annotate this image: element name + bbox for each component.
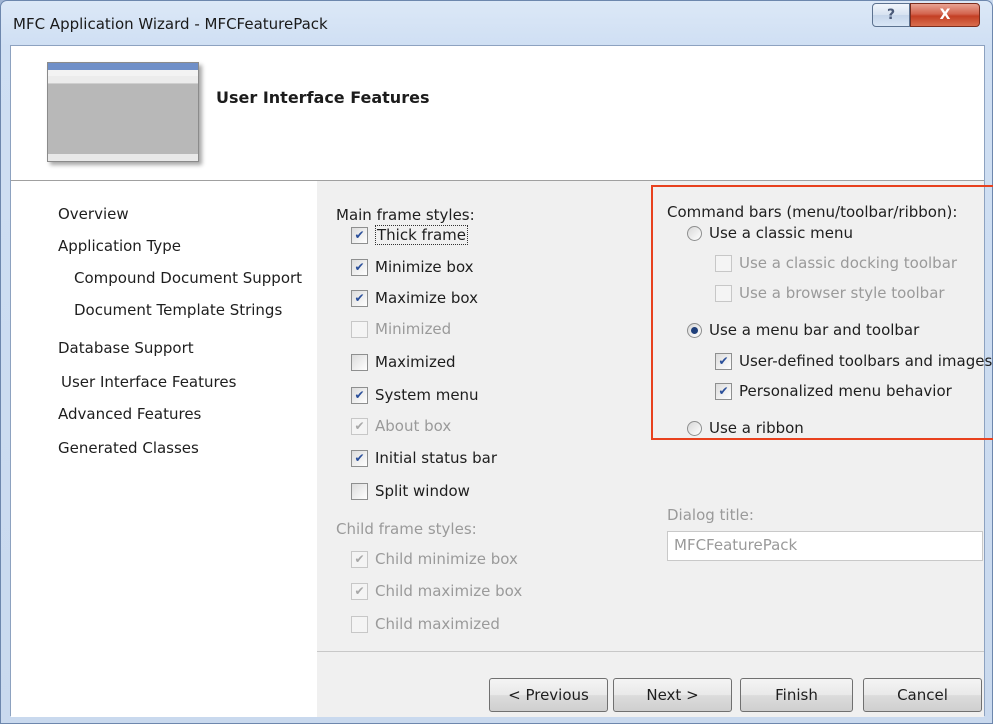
ribbon-radio[interactable]: Use a ribbon bbox=[687, 418, 804, 438]
child-maximized-checkbox[interactable]: Child maximized bbox=[351, 614, 500, 634]
title-bar[interactable]: MFC Application Wizard - MFCFeaturePack … bbox=[1, 1, 992, 45]
maximize-box-label: Maximize box bbox=[375, 289, 478, 307]
help-icon: ? bbox=[886, 7, 896, 23]
checkbox-check-icon: ✔ bbox=[351, 258, 368, 276]
minimized-checkbox[interactable]: Minimized bbox=[351, 319, 451, 339]
child-maximize-box-label: Child maximize box bbox=[375, 582, 523, 600]
previous-button[interactable]: < Previous bbox=[489, 678, 608, 712]
thick-frame-label: Thick frame bbox=[375, 225, 469, 245]
user-defined-toolbars-label: User-defined toolbars and images bbox=[739, 352, 993, 370]
checkbox-check-icon: ✔ bbox=[351, 386, 368, 404]
checkbox-empty-icon bbox=[715, 254, 732, 272]
maximized-checkbox[interactable]: Maximized bbox=[351, 352, 456, 372]
menu-bar-toolbar-radio[interactable]: Use a menu bar and toolbar bbox=[687, 320, 919, 340]
preview-toolbar bbox=[48, 76, 198, 84]
classic-docking-toolbar-label: Use a classic docking toolbar bbox=[739, 254, 958, 272]
checkbox-check-icon: ✔ bbox=[715, 382, 732, 400]
radio-dot bbox=[691, 326, 698, 334]
minimize-box-label: Minimize box bbox=[375, 258, 474, 276]
checkbox-check-icon: ✔ bbox=[715, 352, 732, 370]
close-icon: X bbox=[939, 7, 951, 23]
thick-frame-checkbox[interactable]: ✔ Thick frame bbox=[351, 225, 469, 245]
about-box-checkbox[interactable]: ✔ About box bbox=[351, 416, 451, 436]
radio-unselected-icon bbox=[687, 420, 702, 436]
next-button[interactable]: Next > bbox=[613, 678, 732, 712]
initial-status-bar-label: Initial status bar bbox=[375, 449, 498, 467]
split-window-checkbox[interactable]: Split window bbox=[351, 481, 470, 501]
initial-status-bar-checkbox[interactable]: ✔ Initial status bar bbox=[351, 448, 497, 468]
system-menu-checkbox[interactable]: ✔ System menu bbox=[351, 385, 479, 405]
minimize-box-checkbox[interactable]: ✔ Minimize box bbox=[351, 257, 474, 277]
checkbox-empty-icon bbox=[351, 482, 368, 500]
nav-item-advanced-features[interactable]: Advanced Features bbox=[58, 405, 201, 423]
radio-selected-icon bbox=[687, 322, 702, 338]
nav-item-user-interface-features[interactable]: User Interface Features bbox=[61, 373, 236, 391]
browser-style-toolbar-label: Use a browser style toolbar bbox=[739, 284, 945, 302]
checkbox-empty-icon bbox=[351, 615, 368, 633]
child-minimize-box-checkbox[interactable]: ✔ Child minimize box bbox=[351, 549, 518, 569]
system-menu-label: System menu bbox=[375, 386, 479, 404]
checkbox-check-icon: ✔ bbox=[351, 582, 368, 600]
wizard-main-panel: Main frame styles: ✔ Thick frame ✔ Minim… bbox=[317, 181, 993, 717]
minimized-label: Minimized bbox=[375, 320, 452, 338]
main-frame-styles-label: Main frame styles: bbox=[336, 206, 475, 224]
child-frame-styles-label: Child frame styles: bbox=[336, 520, 477, 538]
checkbox-check-icon: ✔ bbox=[351, 226, 368, 244]
checkbox-check-icon: ✔ bbox=[351, 449, 368, 467]
window-title: MFC Application Wizard - MFCFeaturePack bbox=[13, 15, 328, 33]
user-defined-toolbars-checkbox[interactable]: ✔ User-defined toolbars and images bbox=[715, 351, 992, 371]
about-box-label: About box bbox=[375, 417, 452, 435]
checkbox-check-icon: ✔ bbox=[351, 550, 368, 568]
checkbox-empty-icon bbox=[715, 284, 732, 302]
ribbon-label: Use a ribbon bbox=[709, 419, 804, 437]
classic-menu-radio[interactable]: Use a classic menu bbox=[687, 223, 853, 243]
wizard-window: MFC Application Wizard - MFCFeaturePack … bbox=[0, 0, 993, 724]
maximized-label: Maximized bbox=[375, 353, 456, 371]
wizard-nav: Overview Application Type Compound Docum… bbox=[11, 181, 317, 717]
browser-style-toolbar-checkbox[interactable]: Use a browser style toolbar bbox=[715, 283, 945, 303]
radio-unselected-icon bbox=[687, 225, 702, 241]
page-title: User Interface Features bbox=[216, 88, 430, 107]
wizard-header: User Interface Features bbox=[11, 46, 984, 180]
personalized-menu-label: Personalized menu behavior bbox=[739, 382, 952, 400]
nav-item-application-type[interactable]: Application Type bbox=[58, 237, 181, 255]
classic-menu-label: Use a classic menu bbox=[709, 224, 854, 242]
wizard-client-area: User Interface Features Overview Applica… bbox=[10, 45, 993, 717]
nav-item-document-template-strings[interactable]: Document Template Strings bbox=[74, 301, 282, 319]
dialog-title-label: Dialog title: bbox=[667, 506, 754, 524]
nav-item-compound-document-support[interactable]: Compound Document Support bbox=[74, 269, 302, 287]
split-window-label: Split window bbox=[375, 482, 470, 500]
preview-statusbar bbox=[48, 154, 198, 161]
dialog-title-input[interactable]: MFCFeaturePack bbox=[667, 531, 983, 561]
nav-item-database-support[interactable]: Database Support bbox=[58, 339, 194, 357]
cancel-button[interactable]: Cancel bbox=[863, 678, 982, 712]
child-maximize-box-checkbox[interactable]: ✔ Child maximize box bbox=[351, 581, 522, 601]
personalized-menu-checkbox[interactable]: ✔ Personalized menu behavior bbox=[715, 381, 952, 401]
finish-button[interactable]: Finish bbox=[740, 678, 853, 712]
help-button[interactable]: ? bbox=[872, 3, 910, 27]
checkbox-empty-icon bbox=[351, 320, 368, 338]
menu-bar-toolbar-label: Use a menu bar and toolbar bbox=[709, 321, 920, 339]
nav-item-overview[interactable]: Overview bbox=[58, 205, 129, 223]
checkbox-check-icon: ✔ bbox=[351, 417, 368, 435]
nav-item-generated-classes[interactable]: Generated Classes bbox=[58, 439, 199, 457]
app-preview-icon bbox=[47, 62, 199, 162]
checkbox-check-icon: ✔ bbox=[351, 289, 368, 307]
preview-titlebar bbox=[48, 63, 198, 70]
child-minimize-box-label: Child minimize box bbox=[375, 550, 518, 568]
button-row-divider bbox=[317, 651, 984, 652]
maximize-box-checkbox[interactable]: ✔ Maximize box bbox=[351, 288, 478, 308]
command-bars-label: Command bars (menu/toolbar/ribbon): bbox=[667, 203, 958, 221]
classic-docking-toolbar-checkbox[interactable]: Use a classic docking toolbar bbox=[715, 253, 957, 273]
close-button[interactable]: X bbox=[910, 3, 980, 27]
checkbox-empty-icon bbox=[351, 353, 368, 371]
child-maximized-label: Child maximized bbox=[375, 615, 500, 633]
